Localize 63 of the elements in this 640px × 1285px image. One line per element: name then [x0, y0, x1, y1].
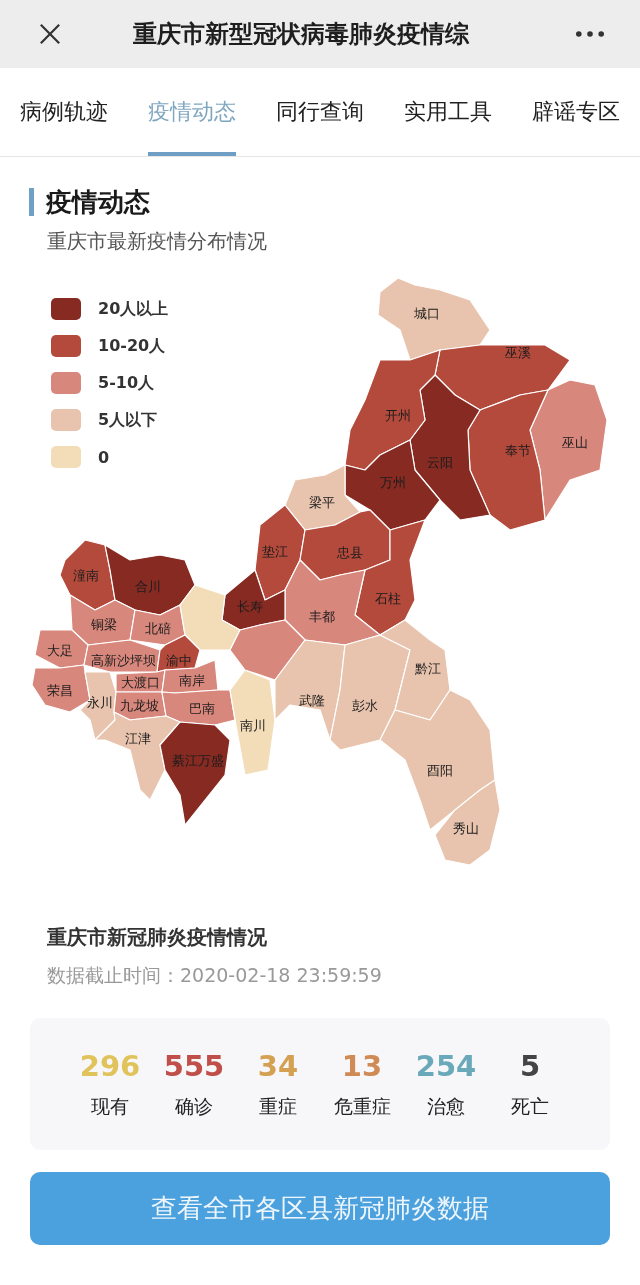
window-title: 重庆市新型冠状病毒肺炎疫情综 [133, 19, 469, 50]
district-label: 长寿 [237, 599, 263, 614]
stat-value: 296 [79, 1049, 141, 1083]
district-label: 合川 [135, 579, 161, 594]
district-label: 铜梁 [91, 617, 117, 632]
district-label: 大足 [47, 643, 73, 658]
stat-label: 确诊 [175, 1094, 213, 1119]
legend-label: 0 [98, 447, 110, 467]
stat-value: 13 [341, 1049, 383, 1083]
stat-label: 重症 [259, 1094, 297, 1119]
section-title: 疫情动态 [46, 185, 150, 219]
district-label: 城口 [414, 306, 440, 321]
district-label: 巫溪 [505, 345, 531, 360]
district-label: 綦江万盛 [172, 753, 224, 768]
district-label: 高新沙坪坝 [90, 653, 156, 668]
district-label: 酉阳 [427, 763, 453, 778]
district-label: 黔江 [415, 661, 441, 676]
more-icon[interactable] [576, 31, 604, 37]
district-label: 南岸 [179, 673, 205, 688]
stat-label: 治愈 [427, 1094, 465, 1119]
tab[interactable]: 辟谣专区 [532, 68, 620, 156]
stat-label: 危重症 [333, 1094, 391, 1119]
district-label: 九龙坡 [119, 698, 159, 713]
stat-label: 现有 [91, 1094, 129, 1119]
district-label: 开州 [385, 408, 411, 423]
district-label: 荣昌 [47, 683, 73, 698]
district-label: 南川 [240, 718, 266, 733]
tab[interactable]: 同行查询 [276, 68, 364, 156]
stat-value: 555 [163, 1049, 225, 1083]
district-label: 云阳 [427, 455, 453, 470]
summary-title: 重庆市新冠肺炎疫情情况 [47, 924, 268, 951]
update-time: 数据截止时间：2020-02-18 23:59:59 [47, 963, 383, 988]
district-label: 渝中 [166, 653, 192, 668]
district-label: 丰都 [309, 609, 335, 624]
district-label: 潼南 [73, 568, 99, 583]
district-label: 忠县 [337, 545, 363, 560]
district-label: 永川 [87, 695, 113, 710]
legend-label: 20人以上 [98, 298, 169, 320]
legend-label: 5人以下 [98, 409, 158, 431]
district-label: 北碚 [145, 621, 171, 636]
tab[interactable]: 实用工具 [404, 68, 492, 156]
district-label: 江津 [125, 731, 151, 746]
district-label: 石柱 [375, 591, 401, 606]
stat-label: 死亡 [511, 1094, 549, 1119]
district-label: 垫江 [262, 544, 288, 559]
tab[interactable]: 病例轨迹 [20, 68, 108, 156]
district-label: 万州 [380, 475, 406, 490]
district-label: 巴南 [189, 701, 215, 716]
legend-label: 10-20人 [98, 335, 166, 357]
district-label: 大渡口 [120, 675, 160, 690]
district-label: 秀山 [453, 821, 479, 836]
stat-value: 34 [257, 1049, 299, 1083]
section-accent-bar [29, 188, 34, 216]
close-icon[interactable] [39, 23, 61, 45]
district-label: 巫山 [562, 435, 588, 450]
legend-label: 5-10人 [98, 372, 155, 394]
district-label: 奉节 [505, 443, 531, 458]
district-label: 武隆 [299, 693, 325, 708]
stat-value: 254 [415, 1049, 477, 1083]
district-label: 彭水 [352, 698, 378, 713]
district-label: 梁平 [309, 495, 335, 510]
map-subtitle: 重庆市最新疫情分布情况 [47, 228, 268, 255]
stat-value: 5 [519, 1049, 541, 1083]
